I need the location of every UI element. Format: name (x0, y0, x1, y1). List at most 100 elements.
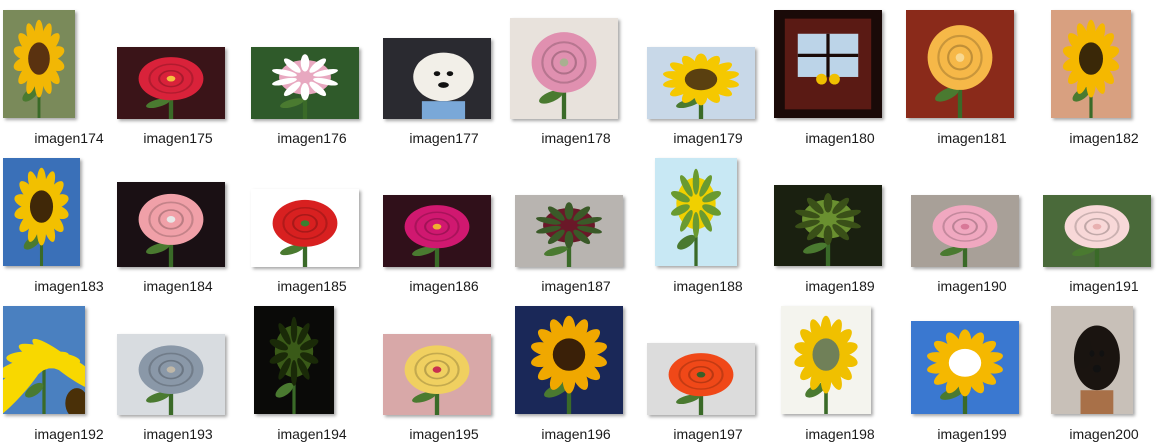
thumbnail-area (510, 158, 642, 278)
file-item-imagen194[interactable]: imagen194 (246, 306, 378, 444)
thumbnail-area (112, 158, 244, 278)
thumbnail-area (112, 306, 244, 426)
file-name-label: imagen178 (541, 130, 611, 146)
pale-roses-photo-icon[interactable] (1043, 195, 1151, 267)
roses-bouquet-photo-icon[interactable] (383, 334, 491, 415)
pink-lisianthus-photo-icon[interactable] (510, 18, 618, 119)
red-roses-photo-icon[interactable] (251, 189, 359, 267)
thumbnail-image (251, 47, 359, 119)
sunflowers-sky-photo-icon[interactable] (515, 306, 623, 414)
sunflower-photo-icon[interactable] (647, 47, 755, 119)
thumbnail-image (774, 185, 882, 266)
thumbnail-image (647, 47, 755, 119)
file-item-imagen185[interactable]: imagen185 (246, 158, 378, 306)
thumbnail-area (774, 306, 906, 426)
faded-flowers-photo-icon[interactable] (117, 334, 225, 415)
thumbnail-image (3, 10, 75, 118)
pink-rose-framed-photo-icon[interactable] (117, 182, 225, 267)
file-name-label: imagen182 (1069, 130, 1139, 146)
file-item-imagen180[interactable]: imagen180 (774, 10, 906, 158)
file-item-imagen187[interactable]: imagen187 (510, 158, 642, 306)
thumbnail-image (906, 10, 1014, 118)
thumbnail-image (254, 306, 334, 414)
file-item-imagen186[interactable]: imagen186 (378, 158, 510, 306)
sunflower-blue-sky-photo-icon[interactable] (911, 321, 1019, 414)
file-item-imagen177[interactable]: imagen177 (378, 10, 510, 158)
sunflower-sunset-photo-icon[interactable] (1051, 10, 1131, 118)
sunflower-bud-photo-icon[interactable] (774, 185, 882, 266)
thumbnail-image (117, 47, 225, 119)
thumbnail-area (112, 10, 244, 130)
file-name-label: imagen191 (1069, 278, 1139, 294)
white-dog-photo-icon[interactable] (383, 38, 491, 119)
thumbnail-image (3, 158, 80, 266)
thumbnail-image (647, 343, 755, 415)
thumbnail-area (246, 158, 378, 278)
thumbnail-image (383, 195, 491, 267)
thumbnail-image (1043, 195, 1151, 267)
pink-rose-photo-icon[interactable] (911, 195, 1019, 267)
file-item-imagen184[interactable]: imagen184 (112, 158, 244, 306)
orange-rose-photo-icon[interactable] (647, 343, 755, 415)
file-item-imagen196[interactable]: imagen196 (510, 306, 642, 444)
file-item-imagen181[interactable]: imagen181 (906, 10, 1038, 158)
yellow-rose-photo-icon[interactable] (906, 10, 1014, 118)
sunflowers-car-photo-icon[interactable] (781, 306, 871, 414)
thumbnail-image (383, 334, 491, 415)
file-name-label: imagen194 (277, 426, 347, 442)
file-item-imagen193[interactable]: imagen193 (112, 306, 244, 444)
sunflower-petals-photo-icon[interactable] (3, 306, 85, 414)
file-name-label: imagen176 (277, 130, 347, 146)
sunflower-photo-icon[interactable] (3, 10, 75, 118)
file-item-imagen198[interactable]: imagen198 (774, 306, 906, 444)
file-name-label: imagen188 (673, 278, 743, 294)
dark-sunflower-photo-icon[interactable] (254, 306, 334, 414)
thumbnail-area (906, 158, 1038, 278)
thumbnail-area (1038, 10, 1157, 130)
magenta-peony-photo-icon[interactable] (383, 195, 491, 267)
file-name-label: imagen185 (277, 278, 347, 294)
thumbnail-image (510, 18, 618, 119)
thumbnail-area (642, 306, 774, 426)
thumbnail-area (378, 10, 510, 130)
file-item-imagen178[interactable]: imagen178 (510, 10, 642, 158)
file-item-imagen189[interactable]: imagen189 (774, 158, 906, 306)
file-item-imagen195[interactable]: imagen195 (378, 306, 510, 444)
pink-rose-bud-photo-icon[interactable] (251, 47, 359, 119)
file-name-label: imagen181 (937, 130, 1007, 146)
sunflower-sky-photo-icon[interactable] (3, 158, 80, 266)
thumbnail-area (246, 10, 378, 130)
thumbnail-image (251, 189, 359, 267)
puppy-photo-icon[interactable] (1051, 306, 1133, 414)
file-item-imagen182[interactable]: imagen182 (1038, 10, 1157, 158)
file-name-label: imagen189 (805, 278, 875, 294)
thumbnail-image (781, 306, 871, 414)
thumbnail-image (655, 158, 737, 266)
file-item-imagen199[interactable]: imagen199 (906, 306, 1038, 444)
thumbnail-area (1038, 158, 1157, 278)
dark-rose-stone-photo-icon[interactable] (515, 195, 623, 267)
thumbnail-area (378, 306, 510, 426)
file-name-label: imagen196 (541, 426, 611, 442)
file-item-imagen188[interactable]: imagen188 (642, 158, 774, 306)
thumbnail-area (906, 306, 1038, 426)
thumbnail-image (515, 195, 623, 267)
window-sunflowers-photo-icon[interactable] (774, 10, 882, 118)
file-name-label: imagen200 (1069, 426, 1139, 442)
file-item-imagen179[interactable]: imagen179 (642, 10, 774, 158)
thumbnail-area (510, 306, 642, 426)
file-item-imagen190[interactable]: imagen190 (906, 158, 1038, 306)
file-item-imagen191[interactable]: imagen191 (1038, 158, 1157, 306)
thumbnail-image (911, 195, 1019, 267)
red-rose-photo-icon[interactable] (117, 47, 225, 119)
file-item-imagen175[interactable]: imagen175 (112, 10, 244, 158)
thumbnail-image (117, 334, 225, 415)
file-name-label: imagen193 (143, 426, 213, 442)
file-item-imagen197[interactable]: imagen197 (642, 306, 774, 444)
file-item-imagen176[interactable]: imagen176 (246, 10, 378, 158)
file-item-imagen200[interactable]: imagen200 (1038, 306, 1157, 444)
sunflower-back-photo-icon[interactable] (655, 158, 737, 266)
file-name-label: imagen180 (805, 130, 875, 146)
thumbnail-image (383, 38, 491, 119)
thumbnail-area (774, 10, 906, 130)
